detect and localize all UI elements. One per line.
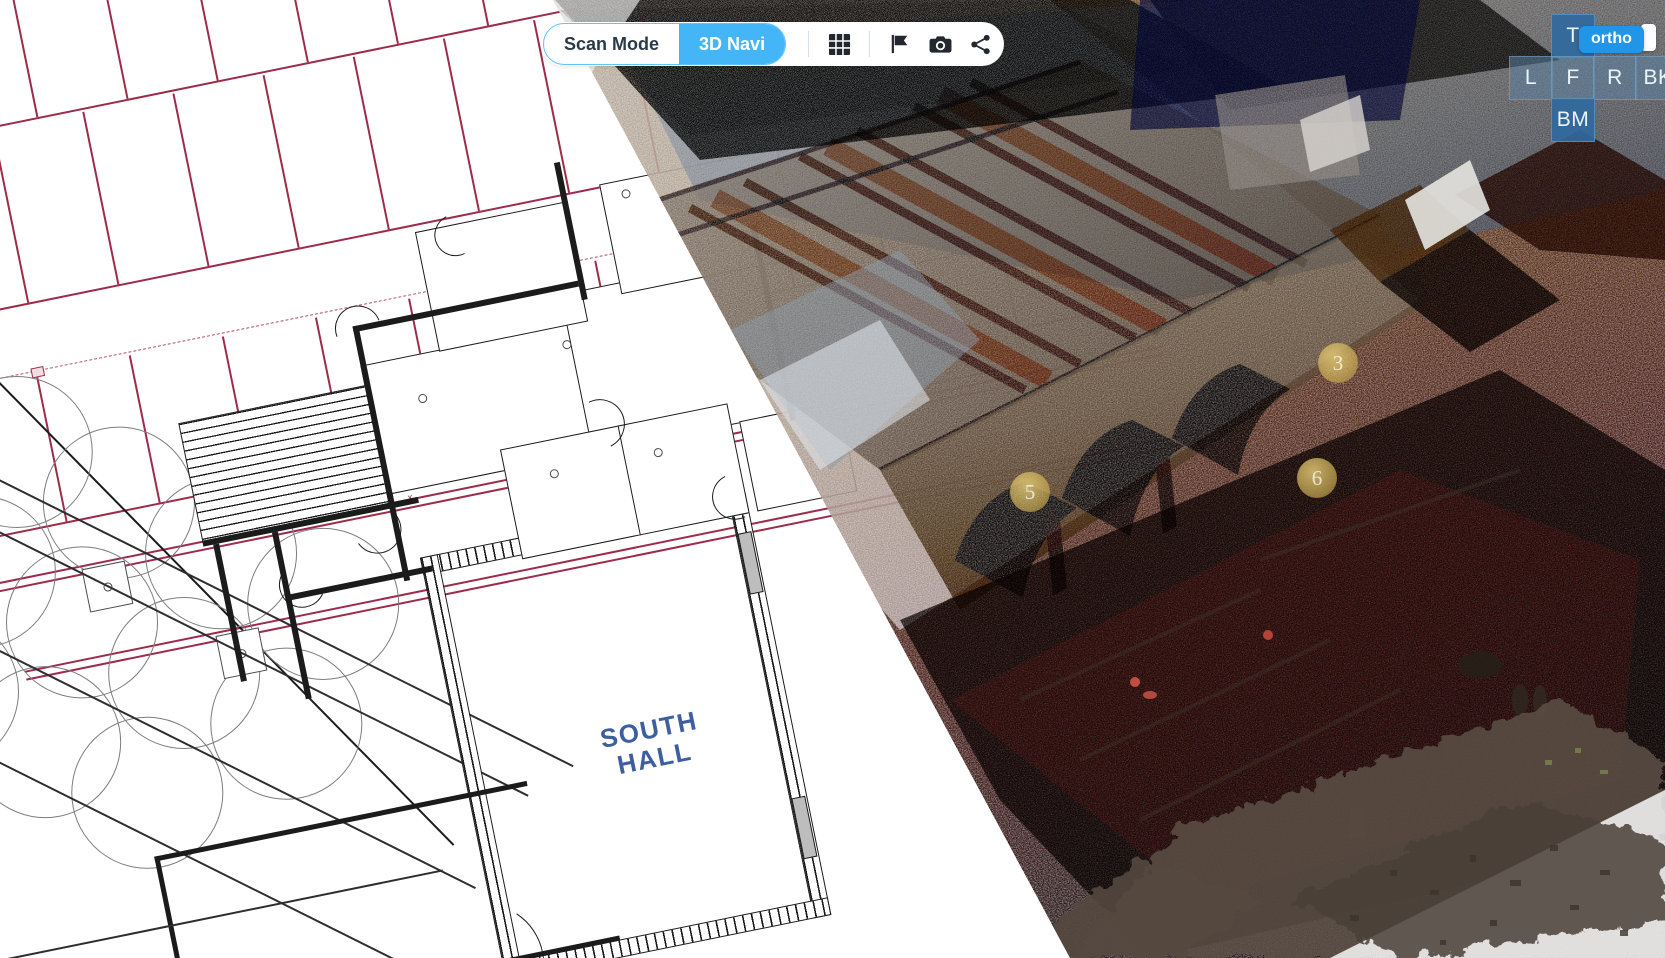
view-cube-left: L [1509,56,1553,100]
view-cube-right: R [1593,56,1637,100]
ortho-toggle-button[interactable]: ortho [1579,26,1644,53]
mode-toggle-group[interactable]: Scan Mode 3D Navi [543,23,787,65]
toolbar-divider [808,31,810,57]
flag-icon[interactable] [880,24,920,64]
scan-viewer[interactable]: x x x x x [0,0,1665,958]
scan-marker-label: 5 [1024,479,1036,504]
scan-marker-3[interactable]: 3 [1318,343,1358,383]
scan-marker-5[interactable]: 5 [1010,472,1050,512]
viewer-toolbar[interactable]: Scan Mode 3D Navi [541,22,1005,66]
ortho-toggle-label: ortho [1591,30,1632,47]
scan-marker-label: 6 [1311,465,1323,490]
view-cube-bottom: BM [1551,98,1595,142]
view-cube-bottom-label: BM [1556,108,1590,131]
grid-icon[interactable] [819,24,859,64]
toolbar-divider-2 [869,31,871,57]
view-cube-back-label: BK [1643,66,1665,89]
view-cube-back: BK [1635,56,1665,100]
cad-floorplan-layer: x x x x x [0,0,1665,958]
view-cube-front-label: F [1566,66,1580,89]
cad-rotated-group: x x x x x [0,0,1665,958]
view-cube[interactable]: T L F R BK BM ortho [1489,6,1665,146]
scan-mode-button[interactable]: Scan Mode [544,24,679,64]
room-label-south-hall: SOUTH HALL [597,705,701,781]
camera-icon[interactable] [920,24,960,64]
view-cube-top-label: T [1566,24,1580,47]
3d-navi-button[interactable]: 3D Navi [679,24,786,64]
view-cube-right-label: R [1607,66,1623,89]
scan-marker-label: 3 [1332,350,1344,375]
scan-marker-6[interactable]: 6 [1297,458,1337,498]
view-cube-left-label: L [1524,66,1538,89]
view-cube-front: F [1551,56,1595,100]
share-icon[interactable] [960,24,1000,64]
